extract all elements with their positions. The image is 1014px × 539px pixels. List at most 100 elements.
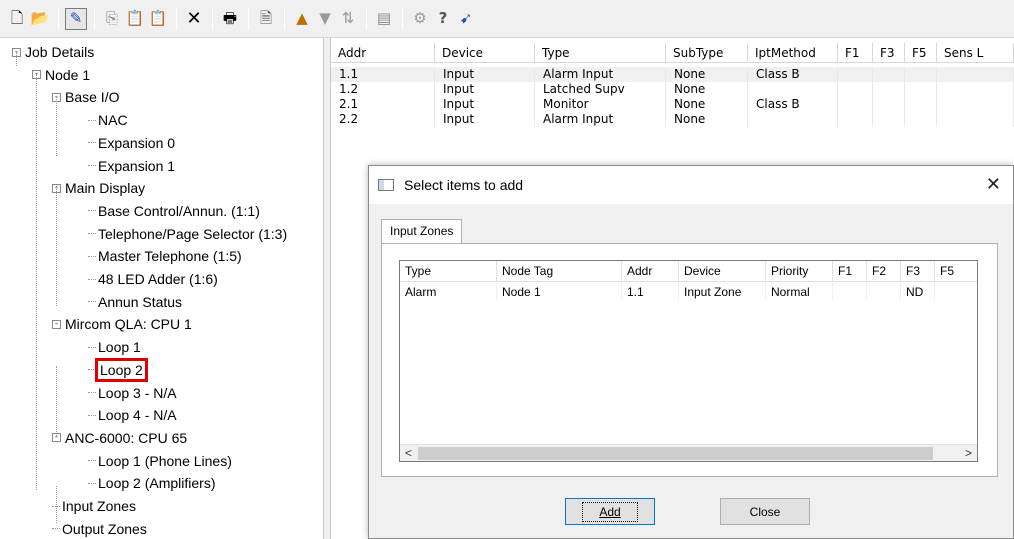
list-column-header[interactable]: F5 xyxy=(935,261,977,281)
tree-item-label: Loop 2 xyxy=(95,357,148,382)
config-icon[interactable]: ▤ xyxy=(373,8,395,30)
tree-item[interactable]: Loop 1 (Phone Lines) xyxy=(88,450,232,472)
scroll-thumb[interactable] xyxy=(418,447,933,460)
tree-item[interactable]: Input Zones xyxy=(52,495,136,517)
tree-connector xyxy=(88,346,96,348)
add-button[interactable]: Add xyxy=(565,498,655,525)
grid-column-header[interactable]: Type xyxy=(535,43,666,62)
list-column-header[interactable]: Addr xyxy=(622,261,679,281)
list-cell: Normal xyxy=(766,283,833,301)
horizontal-scrollbar[interactable]: < > xyxy=(400,444,977,461)
pencil-icon[interactable]: ✎ xyxy=(65,7,87,30)
tree-item[interactable]: Loop 4 - N/A xyxy=(88,404,177,426)
tab-input-zones[interactable]: Input Zones xyxy=(381,219,463,244)
grid-column-header[interactable]: F5 xyxy=(905,43,937,62)
table-cell xyxy=(905,82,937,97)
download-icon[interactable]: ▼ xyxy=(314,8,336,30)
table-cell: 1.1 xyxy=(331,67,435,82)
tree-connector xyxy=(52,528,60,530)
table-cell xyxy=(838,97,873,112)
table-cell xyxy=(873,112,905,127)
upload-icon[interactable]: ▲ xyxy=(291,8,313,30)
tree-item[interactable]: Expansion 1 xyxy=(88,155,175,177)
tree-item[interactable]: - Node 1 xyxy=(32,64,90,86)
table-row[interactable]: 1.1 Input Alarm Input None Class B xyxy=(331,67,1014,82)
tree-item[interactable]: Loop 2 xyxy=(88,357,148,382)
tree-item[interactable]: Master Telephone (1:5) xyxy=(88,245,242,267)
table-cell: None xyxy=(666,112,748,127)
tree-item-label: Main Display xyxy=(65,180,146,197)
pane-splitter[interactable] xyxy=(323,38,331,539)
grid-column-header[interactable]: Sens L xyxy=(937,43,1014,62)
tree-item[interactable]: Annun Status xyxy=(88,291,182,313)
tree-item-label: Base I/O xyxy=(65,89,120,106)
table-cell: Alarm Input xyxy=(535,67,666,82)
table-row[interactable]: 1.2 Input Latched Supv None xyxy=(331,82,1014,97)
close-button[interactable]: Close xyxy=(720,498,810,525)
tree-item[interactable]: 48 LED Adder (1:6) xyxy=(88,268,218,290)
open-folder-icon[interactable]: 📂 xyxy=(29,8,51,30)
help-icon[interactable]: ? xyxy=(432,8,454,30)
scroll-left-icon[interactable]: < xyxy=(400,445,417,461)
list-column-header[interactable]: Device xyxy=(679,261,766,281)
paste-special-icon[interactable]: 📋 xyxy=(147,8,169,30)
tree-item-label: Loop 1 (Phone Lines) xyxy=(98,452,232,469)
tree-guide-line xyxy=(56,366,57,436)
tree-guide-line xyxy=(36,74,37,490)
grid-column-header[interactable]: Device xyxy=(435,43,535,62)
tree-connector xyxy=(88,165,96,166)
list-column-header[interactable]: F3 xyxy=(901,261,935,281)
list-column-header[interactable]: Type xyxy=(400,261,497,281)
copy-icon[interactable]: ⎘ xyxy=(101,8,123,30)
grid-column-header[interactable]: Addr xyxy=(331,43,435,62)
tree-item[interactable]: Telephone/Page Selector (1:3) xyxy=(88,223,287,245)
tree-item[interactable]: - Job Details xyxy=(12,41,94,63)
tree-item[interactable]: - Base I/O xyxy=(52,86,119,108)
grid-column-header[interactable]: IptMethod xyxy=(748,43,838,62)
scroll-right-icon[interactable]: > xyxy=(960,445,977,461)
transfer-icon[interactable]: ⇅ xyxy=(337,8,359,30)
grid-column-header[interactable]: SubType xyxy=(666,43,748,62)
tree-item[interactable]: Loop 3 - N/A xyxy=(88,382,177,404)
list-item[interactable]: Alarm Node 1 1.1 Input Zone Normal ND xyxy=(400,283,977,301)
tree-item[interactable]: NAC xyxy=(88,109,128,131)
list-column-header[interactable]: F2 xyxy=(867,261,901,281)
toolbar-separator xyxy=(176,7,177,30)
tree-item[interactable]: Loop 1 xyxy=(88,336,141,358)
close-icon[interactable]: ✕ xyxy=(986,174,1001,195)
table-cell xyxy=(873,82,905,97)
tree-item[interactable]: Loop 2 (Amplifiers) xyxy=(88,472,216,494)
tree-item[interactable]: - Mircom QLA: CPU 1 xyxy=(52,313,192,335)
grid-column-header[interactable]: F3 xyxy=(873,43,905,62)
tree-item-label: Output Zones xyxy=(62,520,147,537)
list-column-header[interactable]: Priority xyxy=(766,261,833,281)
list-column-header[interactable]: F1 xyxy=(833,261,867,281)
tree-item[interactable]: - ANC-6000: CPU 65 xyxy=(52,427,187,449)
tree-item-label: Annun Status xyxy=(98,293,183,310)
table-cell: Class B xyxy=(748,67,838,82)
tree-item[interactable]: Output Zones xyxy=(52,518,147,539)
tree-guide-line xyxy=(56,96,57,156)
delete-icon[interactable]: ✕ xyxy=(183,8,205,30)
table-cell: None xyxy=(666,82,748,97)
tree-item-label: Job Details xyxy=(25,44,95,60)
toolbar-separator xyxy=(284,7,285,30)
tree-item[interactable]: - Main Display xyxy=(52,177,145,199)
paste-icon[interactable]: 📋 xyxy=(124,8,146,30)
table-cell xyxy=(873,97,905,112)
grid-column-header[interactable]: F1 xyxy=(838,43,873,62)
tree-item[interactable]: Expansion 0 xyxy=(88,132,175,154)
context-help-icon[interactable]: ➹ xyxy=(455,8,477,30)
gear-icon[interactable]: ⚙ xyxy=(409,8,431,30)
tree-item-label: Telephone/Page Selector (1:3) xyxy=(98,225,288,242)
list-column-header[interactable]: Node Tag xyxy=(497,261,622,281)
report-icon[interactable]: 🗎 xyxy=(255,8,277,30)
table-row[interactable]: 2.2 Input Alarm Input None xyxy=(331,112,1014,127)
print-icon[interactable]: 🖶 xyxy=(219,8,241,30)
tree-item[interactable]: Base Control/Annun. (1:1) xyxy=(88,200,260,222)
table-row[interactable]: 2.1 Input Monitor None Class B xyxy=(331,97,1014,112)
new-doc-icon[interactable]: 🗋 xyxy=(6,8,28,30)
close-button-label: Close xyxy=(749,504,781,519)
collapse-toggle-icon[interactable]: - xyxy=(52,319,61,329)
tree-item-label: Loop 2 (Amplifiers) xyxy=(98,475,216,492)
